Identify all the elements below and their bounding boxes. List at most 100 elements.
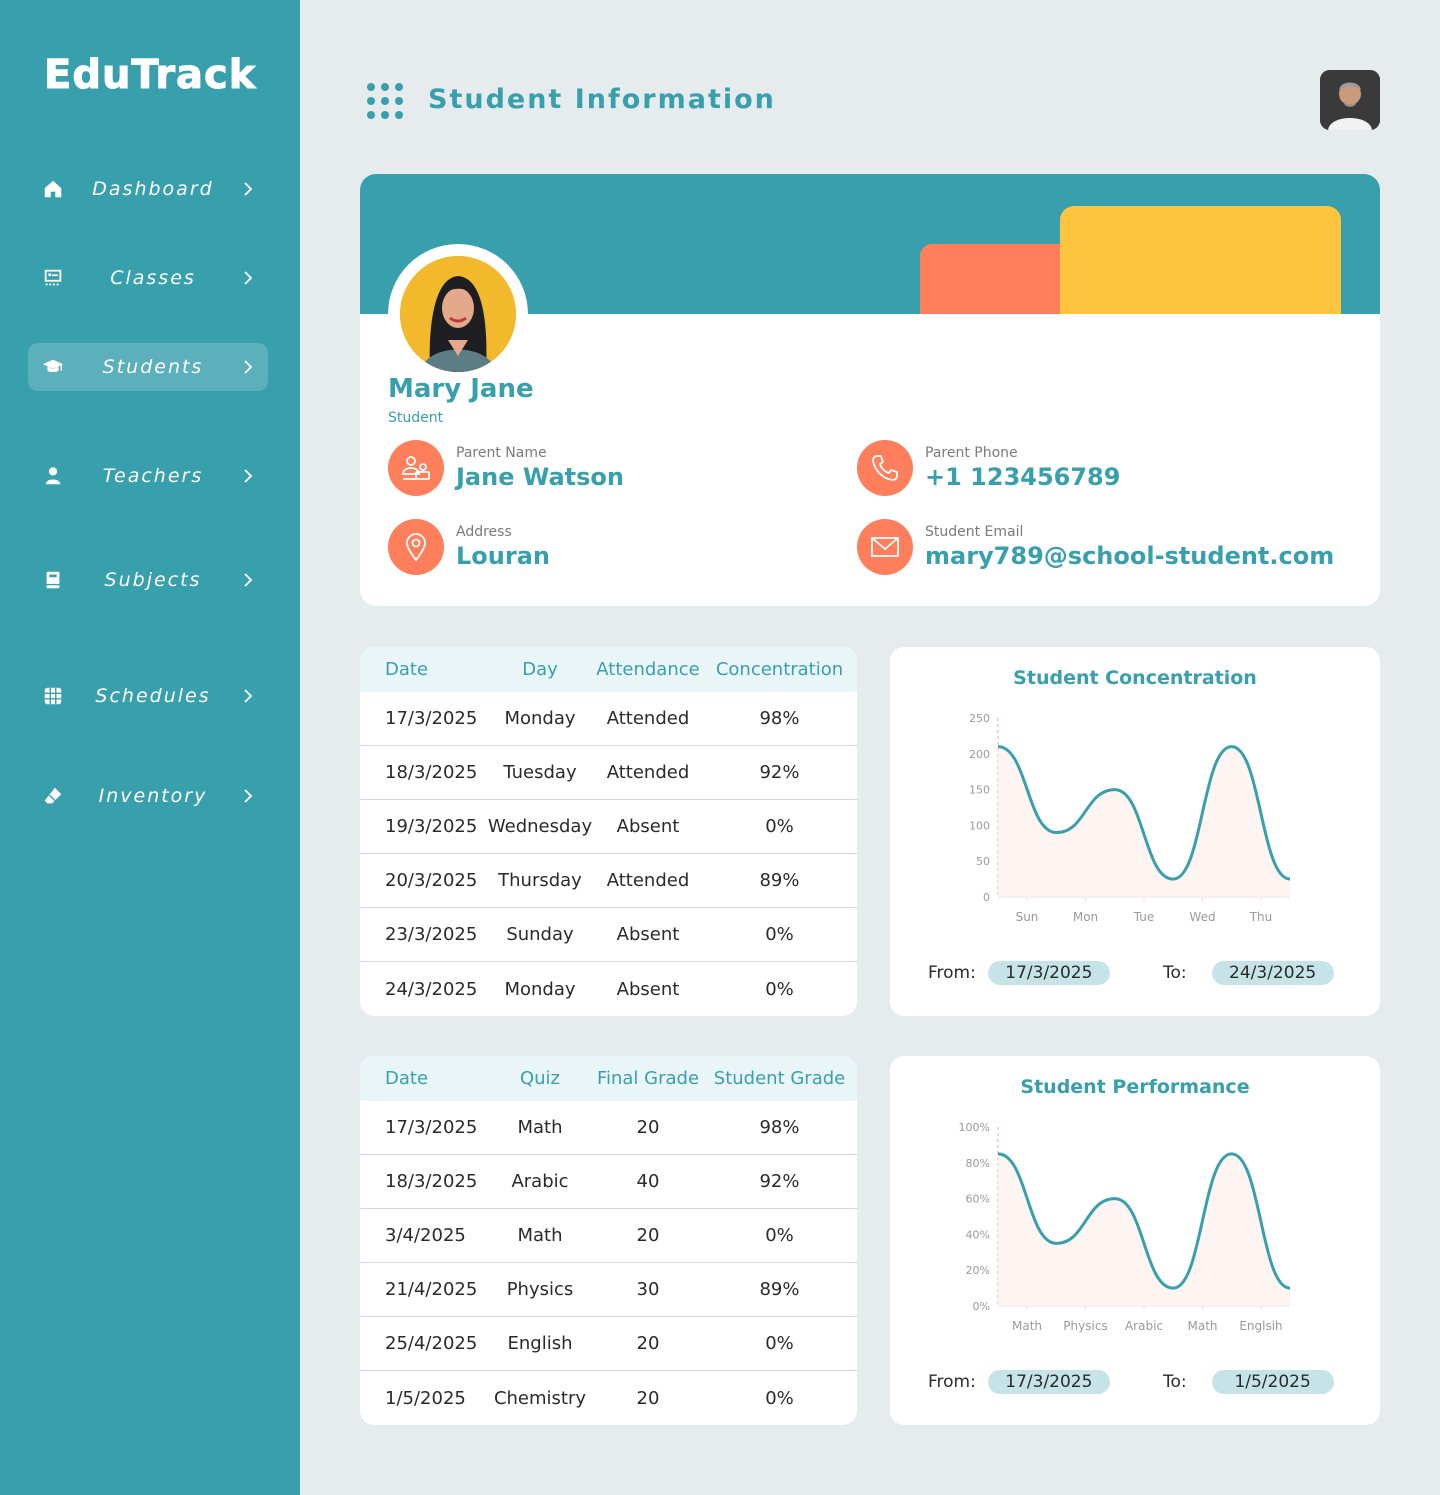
table-row: 17/3/2025 Math 20 98% — [360, 1101, 857, 1155]
sidebar-item-schedules[interactable]: Schedules — [28, 672, 268, 720]
parent-name-info: Parent Name Jane Watson — [388, 440, 624, 496]
table-cell: Absent — [616, 816, 680, 837]
y-tick-label: 150 — [969, 784, 990, 797]
x-tick-label: Englsih — [1239, 1319, 1282, 1333]
column-header-attendance: Attendance — [596, 659, 700, 680]
from-label: From: — [928, 963, 976, 983]
sidebar-item-label: Teachers — [102, 465, 204, 487]
table-cell: 0% — [765, 924, 794, 945]
table-cell: 89% — [759, 870, 800, 891]
table-row: 18/3/2025 Arabic 40 92% — [360, 1155, 857, 1209]
table-cell: 98% — [759, 708, 800, 729]
table-cell: 0% — [765, 816, 794, 837]
column-header-quiz: Quiz — [519, 1068, 561, 1089]
table-cell: Math — [517, 1225, 563, 1246]
table-cell: Monday — [504, 708, 576, 729]
column-header-date: Date — [385, 1068, 429, 1089]
table-cell: Absent — [616, 924, 680, 945]
table-cell: 3/4/2025 — [385, 1225, 466, 1246]
home-icon — [28, 178, 78, 200]
sidebar-item-students[interactable]: Students — [28, 343, 268, 391]
table-cell: Sunday — [506, 924, 574, 945]
sidebar-item-classes[interactable]: Classes — [28, 254, 268, 302]
parent-name-label: Parent Name — [456, 445, 547, 461]
grades-table: Date Quiz Final Grade Student Grade 17/3… — [360, 1056, 857, 1425]
sidebar-item-label: Subjects — [104, 569, 202, 591]
performance-chart-card: Student Performance 0% 20% 40% 60% 80% 100% Ma… — [890, 1056, 1380, 1425]
sidebar-item-inventory[interactable]: Inventory — [28, 772, 268, 820]
x-tick-label: Thu — [1249, 910, 1273, 924]
to-date-pill[interactable]: 24/3/2025 — [1211, 961, 1334, 985]
x-tick-label: Sun — [1016, 910, 1039, 924]
table-cell: 89% — [759, 1279, 800, 1300]
chevron-right-icon — [228, 269, 268, 287]
x-tick-label: Arabic — [1125, 1319, 1163, 1333]
sidebar-item-label: Students — [102, 356, 204, 378]
table-cell: 20/3/2025 — [385, 870, 478, 891]
eraser-icon — [28, 785, 78, 807]
chevron-right-icon — [228, 687, 268, 705]
profile-card: Mary Jane Student Parent Name Jane Watso… — [360, 174, 1380, 606]
column-header-student-grade: Student Grade — [713, 1068, 846, 1089]
table-cell: Chemistry — [493, 1387, 587, 1409]
column-header-day: Day — [522, 659, 558, 680]
table-row: 21/4/2025 Physics 30 89% — [360, 1263, 857, 1317]
from-date-pill[interactable]: 17/3/2025 — [987, 961, 1110, 985]
column-header-concentration: Concentration — [715, 659, 844, 680]
concentration-chart-card: Student Concentration 0 50 100 150 200 250 Sun… — [890, 647, 1380, 1016]
table-cell: 98% — [759, 1117, 800, 1138]
table-row: 20/3/2025 Thursday Attended 89% — [360, 854, 857, 908]
table-cell: 0% — [765, 1333, 794, 1354]
concentration-chart: 0 50 100 150 200 250 Sun Mon Tue Wed Thu — [969, 712, 1291, 924]
date-range-from: From: 17/3/2025 — [928, 961, 1110, 985]
y-tick-label: 40% — [966, 1228, 990, 1241]
table-cell: 92% — [759, 762, 800, 783]
to-date-pill[interactable]: 1/5/2025 — [1211, 1370, 1334, 1394]
table-cell: Attended — [606, 708, 690, 729]
column-header-final-grade: Final Grade — [596, 1068, 700, 1089]
sidebar-item-label: Dashboard — [92, 178, 214, 200]
x-tick-label: Physics — [1063, 1319, 1107, 1333]
table-cell: 24/3/2025 — [385, 978, 478, 1000]
sidebar-item-subjects[interactable]: Subjects — [28, 556, 268, 604]
from-date-pill[interactable]: 17/3/2025 — [987, 1370, 1110, 1394]
performance-chart: 0% 20% 40% 60% 80% 100% Math Physics Arabic Math E… — [959, 1121, 1291, 1333]
from-label: From: — [928, 1372, 976, 1392]
user-avatar[interactable] — [1320, 70, 1380, 130]
table-cell: 18/3/2025 — [385, 762, 478, 783]
student-name: Mary Jane — [388, 374, 534, 404]
y-tick-label: 200 — [969, 748, 990, 761]
apps-grid-icon[interactable] — [366, 82, 404, 120]
date-range-from: From: 17/3/2025 — [928, 1370, 1110, 1394]
banner-decoration-orange — [920, 244, 1070, 314]
phone-icon — [857, 440, 913, 496]
date-range-to: To: 24/3/2025 — [1163, 961, 1334, 985]
sidebar-item-label: Inventory — [98, 785, 208, 807]
table-cell: 19/3/2025 — [385, 816, 478, 837]
table-row: 25/4/2025 English 20 0% — [360, 1317, 857, 1371]
student-email-label: Student Email — [925, 524, 1024, 540]
table-cell: Monday — [504, 978, 576, 1000]
parent-phone-info: Parent Phone +1 123456789 — [857, 440, 1120, 496]
location-pin-icon — [388, 519, 444, 575]
chevron-right-icon — [228, 467, 268, 485]
y-tick-label: 100 — [969, 819, 990, 832]
table-cell: 20 — [636, 1333, 660, 1354]
student-email-value: mary789@school-student.com — [925, 542, 1335, 570]
table-cell: 17/3/2025 — [385, 1117, 478, 1138]
date-range-to: To: 1/5/2025 — [1163, 1370, 1334, 1394]
sidebar-item-dashboard[interactable]: Dashboard — [28, 165, 268, 213]
sidebar-item-teachers[interactable]: Teachers — [28, 452, 268, 500]
attendance-table: Date Day Attendance Concentration 17/3/2… — [360, 647, 857, 1016]
table-cell: 18/3/2025 — [385, 1171, 478, 1192]
table-cell: 23/3/2025 — [385, 924, 478, 945]
table-cell: Physics — [506, 1279, 574, 1300]
table-cell: 0% — [765, 1387, 794, 1409]
table-row: 18/3/2025 Tuesday Attended 92% — [360, 746, 857, 800]
table-row: 1/5/2025 Chemistry 20 0% — [360, 1371, 857, 1425]
table-cell: Thursday — [498, 870, 582, 891]
mail-icon — [857, 519, 913, 575]
y-tick-label: 0% — [973, 1300, 990, 1313]
table-cell: 20 — [636, 1117, 660, 1138]
sidebar: EduTrack Dashboard Classes Students Teac… — [0, 0, 300, 1495]
